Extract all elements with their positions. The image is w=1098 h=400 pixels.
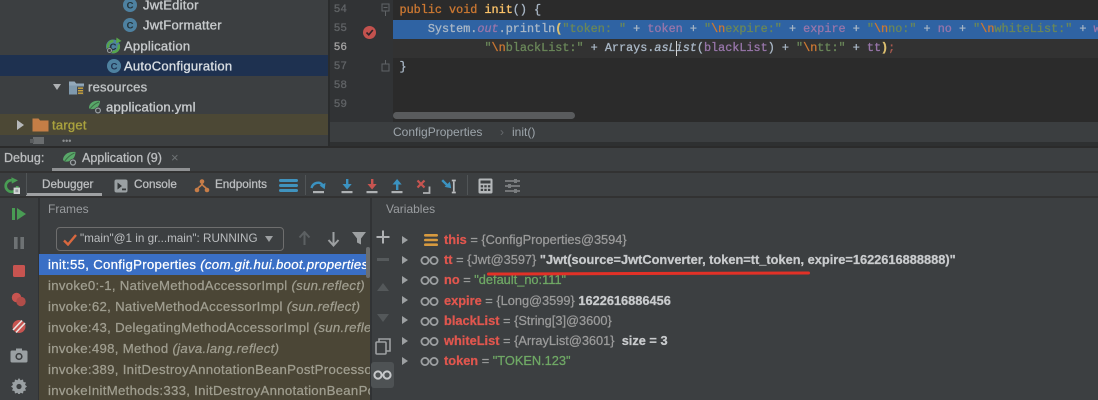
svg-text:C: C bbox=[111, 61, 118, 72]
svg-text:C: C bbox=[127, 0, 134, 11]
svg-text:C: C bbox=[127, 20, 134, 31]
